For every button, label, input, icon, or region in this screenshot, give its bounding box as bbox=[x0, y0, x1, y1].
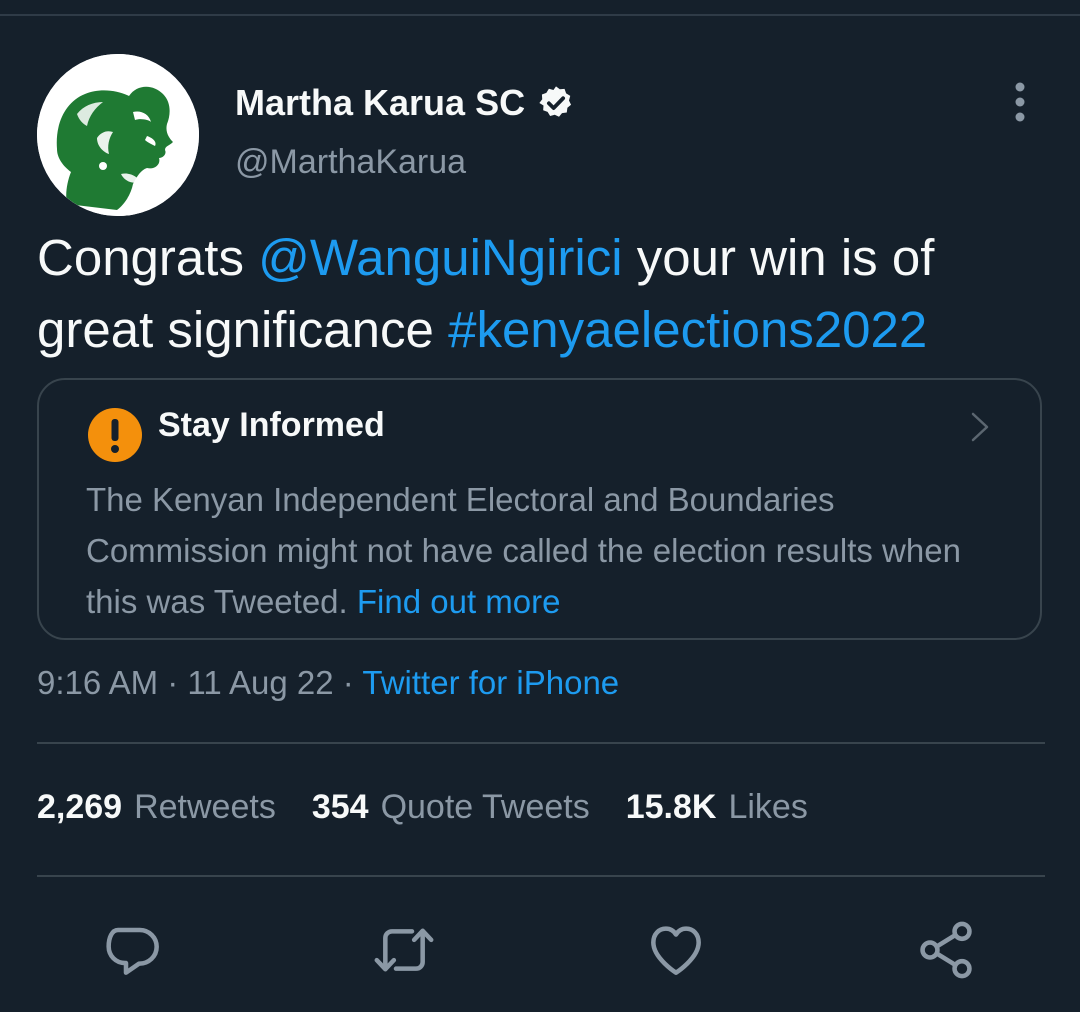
tweet-time[interactable]: 9:16 AM bbox=[37, 664, 158, 701]
mention-link[interactable]: @WanguiNgirici bbox=[258, 229, 622, 286]
retweets-count: 2,269 bbox=[37, 788, 123, 826]
author-handle[interactable]: @MarthaKarua bbox=[235, 143, 466, 182]
tweet-stats: 2,269 Retweets 354 Quote Tweets 15.8K Likes bbox=[37, 788, 808, 827]
like-icon bbox=[651, 926, 701, 975]
tweet-text-start: Congrats bbox=[37, 229, 259, 286]
divider bbox=[37, 742, 1045, 744]
share-icon bbox=[920, 921, 972, 979]
verified-badge-icon bbox=[539, 86, 572, 117]
tweet-text: Congrats @WanguiNgirici your win is of g… bbox=[37, 222, 1047, 366]
likes-label: Likes bbox=[728, 788, 808, 826]
share-button[interactable] bbox=[914, 918, 978, 982]
divider bbox=[37, 875, 1045, 877]
hashtag-link[interactable]: #kenyaelections2022 bbox=[448, 301, 927, 358]
meta-separator: · bbox=[167, 664, 179, 701]
find-out-more-link[interactable]: Find out more bbox=[357, 583, 561, 620]
tweet-date[interactable]: 11 Aug 22 bbox=[187, 664, 333, 701]
more-vertical-icon bbox=[1015, 82, 1025, 122]
tweet-source-link[interactable]: Twitter for iPhone bbox=[362, 664, 619, 701]
chevron-right-icon bbox=[971, 412, 989, 442]
exclamation-icon bbox=[88, 408, 142, 462]
notice-body: The Kenyan Independent Electoral and Bou… bbox=[86, 474, 1006, 627]
notice-title: Stay Informed bbox=[158, 406, 385, 444]
reply-icon bbox=[106, 927, 159, 975]
quote-tweets-label: Quote Tweets bbox=[380, 788, 590, 826]
stay-informed-notice[interactable]: Stay Informed The Kenyan Independent Ele… bbox=[37, 378, 1042, 640]
retweets-stat[interactable]: 2,269 Retweets bbox=[37, 788, 276, 827]
retweet-icon bbox=[374, 928, 434, 972]
top-divider bbox=[0, 14, 1080, 16]
tweet-meta: 9:16 AM · 11 Aug 22 · Twitter for iPhone bbox=[37, 664, 619, 702]
avatar[interactable] bbox=[37, 54, 199, 216]
retweets-label: Retweets bbox=[134, 788, 276, 826]
likes-count: 15.8K bbox=[625, 788, 717, 826]
more-options-button[interactable] bbox=[1004, 80, 1036, 124]
quote-tweets-stat[interactable]: 354 Quote Tweets bbox=[312, 788, 590, 827]
avatar-portrait bbox=[37, 54, 199, 216]
retweet-button[interactable] bbox=[372, 918, 436, 982]
meta-separator: · bbox=[342, 664, 354, 701]
reply-button[interactable] bbox=[102, 918, 166, 982]
author-name-row[interactable]: Martha Karua SC bbox=[235, 82, 575, 124]
author-display-name[interactable]: Martha Karua SC bbox=[235, 82, 525, 124]
like-button[interactable] bbox=[644, 918, 708, 982]
quote-tweets-count: 354 bbox=[311, 788, 369, 826]
likes-stat[interactable]: 15.8K Likes bbox=[626, 788, 808, 827]
